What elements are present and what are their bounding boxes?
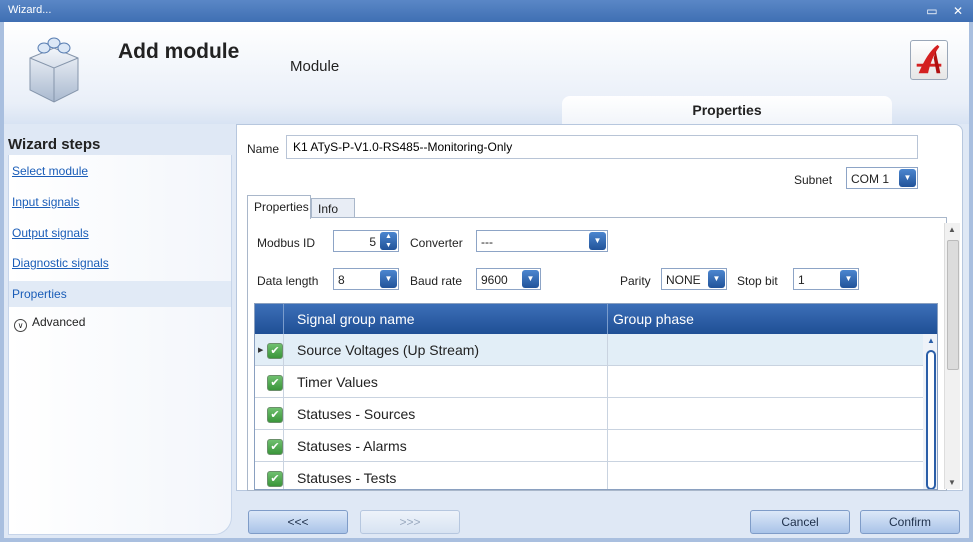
advanced-label: Advanced — [32, 315, 86, 329]
subnet-value: COM 1 — [851, 172, 890, 186]
scroll-up-icon[interactable]: ▲ — [927, 336, 935, 345]
column-header-group-phase[interactable]: Group phase — [613, 311, 694, 327]
data-length-dropdown[interactable]: 8 ▼ — [333, 268, 399, 290]
advanced-toggle[interactable]: ∨ Advanced — [14, 315, 85, 332]
chevron-down-icon: ▼ — [840, 270, 857, 288]
checkbox-checked[interactable]: ✔ — [267, 439, 283, 455]
previous-button[interactable]: <<< — [248, 510, 348, 534]
stop-bit-label: Stop bit — [737, 274, 778, 288]
panel-scrollbar[interactable]: ▲ ▼ — [944, 223, 960, 489]
step-properties[interactable]: Properties — [12, 287, 67, 301]
checkbox-checked[interactable]: ✔ — [267, 407, 283, 423]
step-output-signals[interactable]: Output signals — [12, 226, 89, 240]
grid-header: Signal group name Group phase — [255, 304, 937, 334]
tab-properties[interactable]: Properties — [247, 195, 311, 219]
scroll-thumb[interactable] — [926, 350, 936, 489]
modbus-id-label: Modbus ID — [257, 236, 316, 250]
grid-divider — [607, 462, 608, 489]
grid-divider — [607, 366, 608, 398]
baud-rate-dropdown[interactable]: 9600 ▼ — [476, 268, 541, 290]
name-label: Name — [247, 142, 280, 156]
brand-logo-icon — [910, 40, 948, 80]
checkbox-checked[interactable]: ✔ — [267, 343, 283, 359]
chevron-down-icon: ▼ — [522, 270, 539, 288]
modbus-id-stepper[interactable]: 5 ▲ ▼ — [333, 230, 399, 252]
chevron-down-icon: ∨ — [14, 319, 27, 332]
module-icon — [29, 37, 79, 103]
modbus-id-value: 5 — [369, 235, 376, 249]
stop-bit-dropdown[interactable]: 1 ▼ — [793, 268, 859, 290]
checkbox-checked[interactable]: ✔ — [267, 375, 283, 391]
cancel-button[interactable]: Cancel — [750, 510, 850, 534]
grid-header-divider — [283, 304, 284, 334]
wizard-steps-panel — [8, 155, 232, 535]
properties-tab-header: Properties — [562, 96, 892, 124]
subnet-dropdown[interactable]: COM 1 ▼ — [846, 167, 918, 189]
step-input-signals[interactable]: Input signals — [12, 195, 79, 209]
converter-value: --- — [481, 235, 493, 249]
signal-group-name: Statuses - Tests — [297, 470, 397, 486]
subnet-label: Subnet — [794, 173, 833, 187]
signal-group-name: Timer Values — [297, 374, 378, 390]
chevron-down-icon: ▼ — [380, 270, 397, 288]
scroll-thumb[interactable] — [947, 240, 959, 370]
signal-group-name: Source Voltages (Up Stream) — [297, 342, 480, 358]
data-length-value: 8 — [338, 273, 345, 287]
chevron-down-icon: ▼ — [708, 270, 725, 288]
grid-divider — [283, 430, 284, 462]
page-title: Add module — [118, 40, 240, 63]
grid-divider — [607, 334, 608, 366]
table-row[interactable]: ✔ Timer Values — [255, 366, 923, 398]
window-title: Wizard... — [8, 4, 52, 16]
row-selected-indicator-icon: ▶ — [258, 347, 264, 354]
grid-header-divider — [607, 304, 608, 334]
parity-value: NONE — [666, 273, 701, 287]
parity-label: Parity — [620, 274, 651, 288]
table-row[interactable]: ▶ ✔ Source Voltages (Up Stream) — [255, 334, 923, 366]
converter-label: Converter — [410, 236, 463, 250]
column-header-signal-group-name[interactable]: Signal group name — [297, 311, 415, 327]
grid-divider — [607, 430, 608, 462]
window-titlebar: Wizard... ▭ ✕ — [0, 0, 973, 22]
chevron-down-icon: ▼ — [589, 232, 606, 250]
tab-info[interactable]: Info — [311, 198, 355, 218]
step-select-module[interactable]: Select module — [12, 164, 88, 178]
next-button[interactable]: >>> — [360, 510, 460, 534]
converter-dropdown[interactable]: --- ▼ — [476, 230, 608, 252]
wizard-steps-title: Wizard steps — [8, 136, 101, 153]
spin-arrows-icon[interactable]: ▲ ▼ — [380, 232, 397, 250]
data-length-label: Data length — [257, 274, 319, 288]
table-row[interactable]: ✔ Statuses - Alarms — [255, 430, 923, 462]
confirm-button[interactable]: Confirm — [860, 510, 960, 534]
scroll-up-icon[interactable]: ▲ — [948, 225, 956, 234]
grid-divider — [283, 366, 284, 398]
checkbox-checked[interactable]: ✔ — [267, 471, 283, 487]
signal-group-grid: Signal group name Group phase ▶ ✔ Source… — [254, 303, 938, 490]
grid-divider — [283, 334, 284, 366]
baud-rate-label: Baud rate — [410, 274, 463, 288]
grid-scrollbar[interactable]: ▲ — [923, 334, 937, 489]
signal-group-name: Statuses - Sources — [297, 406, 416, 422]
page-subtitle: Module — [290, 58, 340, 75]
signal-group-name: Statuses - Alarms — [297, 438, 407, 454]
grid-divider — [283, 398, 284, 430]
table-row[interactable]: ✔ Statuses - Sources — [255, 398, 923, 430]
parity-dropdown[interactable]: NONE ▼ — [661, 268, 727, 290]
grid-divider — [607, 398, 608, 430]
stop-bit-value: 1 — [798, 273, 805, 287]
baud-rate-value: 9600 — [481, 273, 508, 287]
step-diagnostic-signals[interactable]: Diagnostic signals — [12, 256, 109, 270]
grid-divider — [283, 462, 284, 489]
table-row[interactable]: ✔ Statuses - Tests — [255, 462, 923, 489]
chevron-down-icon: ▼ — [899, 169, 916, 187]
window-controls[interactable]: ▭ ✕ — [926, 4, 969, 18]
name-field[interactable] — [286, 135, 918, 159]
scroll-down-icon[interactable]: ▼ — [948, 478, 956, 487]
